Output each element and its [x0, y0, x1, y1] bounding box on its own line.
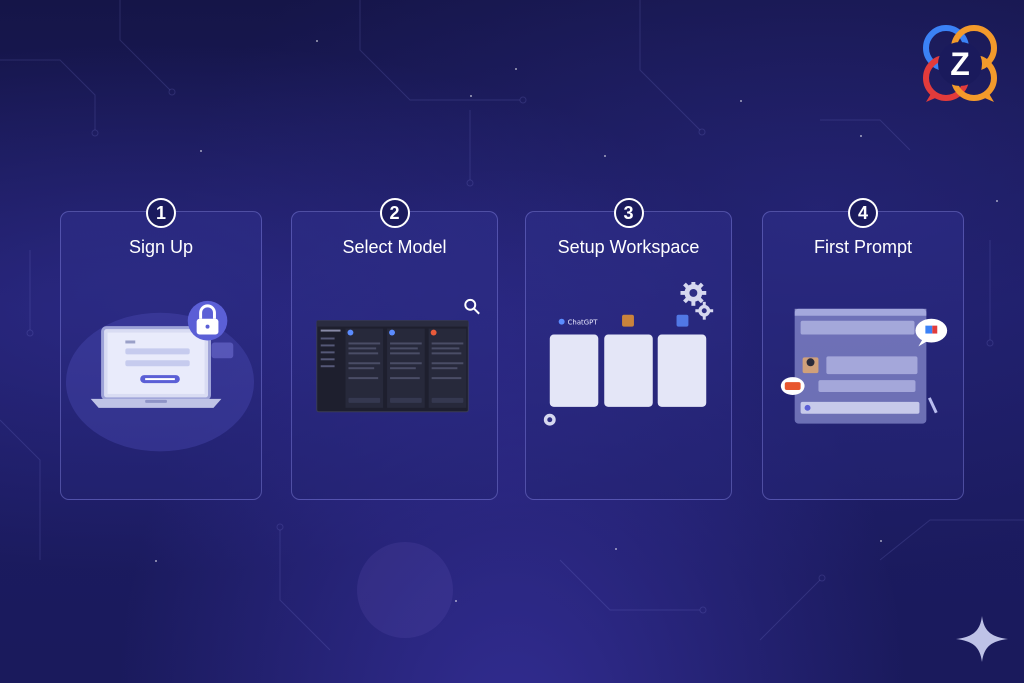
chat-window-illustration: [780, 308, 948, 424]
star: [880, 540, 882, 542]
logo-letter: Z: [950, 46, 970, 82]
step-card-first-prompt[interactable]: 4 First Prompt: [762, 198, 964, 500]
star: [200, 150, 202, 152]
step-title: Select Model: [342, 237, 447, 257]
step-title: Setup Workspace: [557, 237, 700, 257]
step-title: Sign Up: [128, 237, 194, 257]
step-card-sign-up[interactable]: 1 Sign Up: [60, 198, 262, 500]
star: [455, 600, 457, 602]
step-number: 2: [379, 198, 410, 228]
workspace-label: ChatGPT: [568, 319, 599, 327]
chat-bubbles-logo-icon: Z: [923, 25, 997, 102]
step-title: First Prompt: [813, 237, 912, 257]
star: [316, 40, 318, 42]
star: [470, 95, 472, 97]
step-number: 3: [613, 198, 644, 228]
sparkle-icon: [956, 616, 1008, 662]
workspace-columns-illustration: ChatGPT: [543, 282, 714, 426]
star: [515, 68, 517, 70]
step-number: 1: [146, 198, 176, 228]
star: [860, 135, 862, 137]
model-dashboard-illustration: [316, 298, 480, 413]
laptop-login-illustration: [65, 300, 255, 452]
star: [740, 100, 742, 102]
star: [615, 548, 617, 550]
star: [604, 155, 606, 157]
star: [155, 560, 157, 562]
step-card-select-model[interactable]: 2 Select Model: [291, 198, 498, 500]
star: [996, 200, 998, 202]
step-card-setup-workspace[interactable]: 3 Setup Workspace ChatGPT: [525, 198, 732, 500]
step-number: 4: [848, 198, 878, 228]
